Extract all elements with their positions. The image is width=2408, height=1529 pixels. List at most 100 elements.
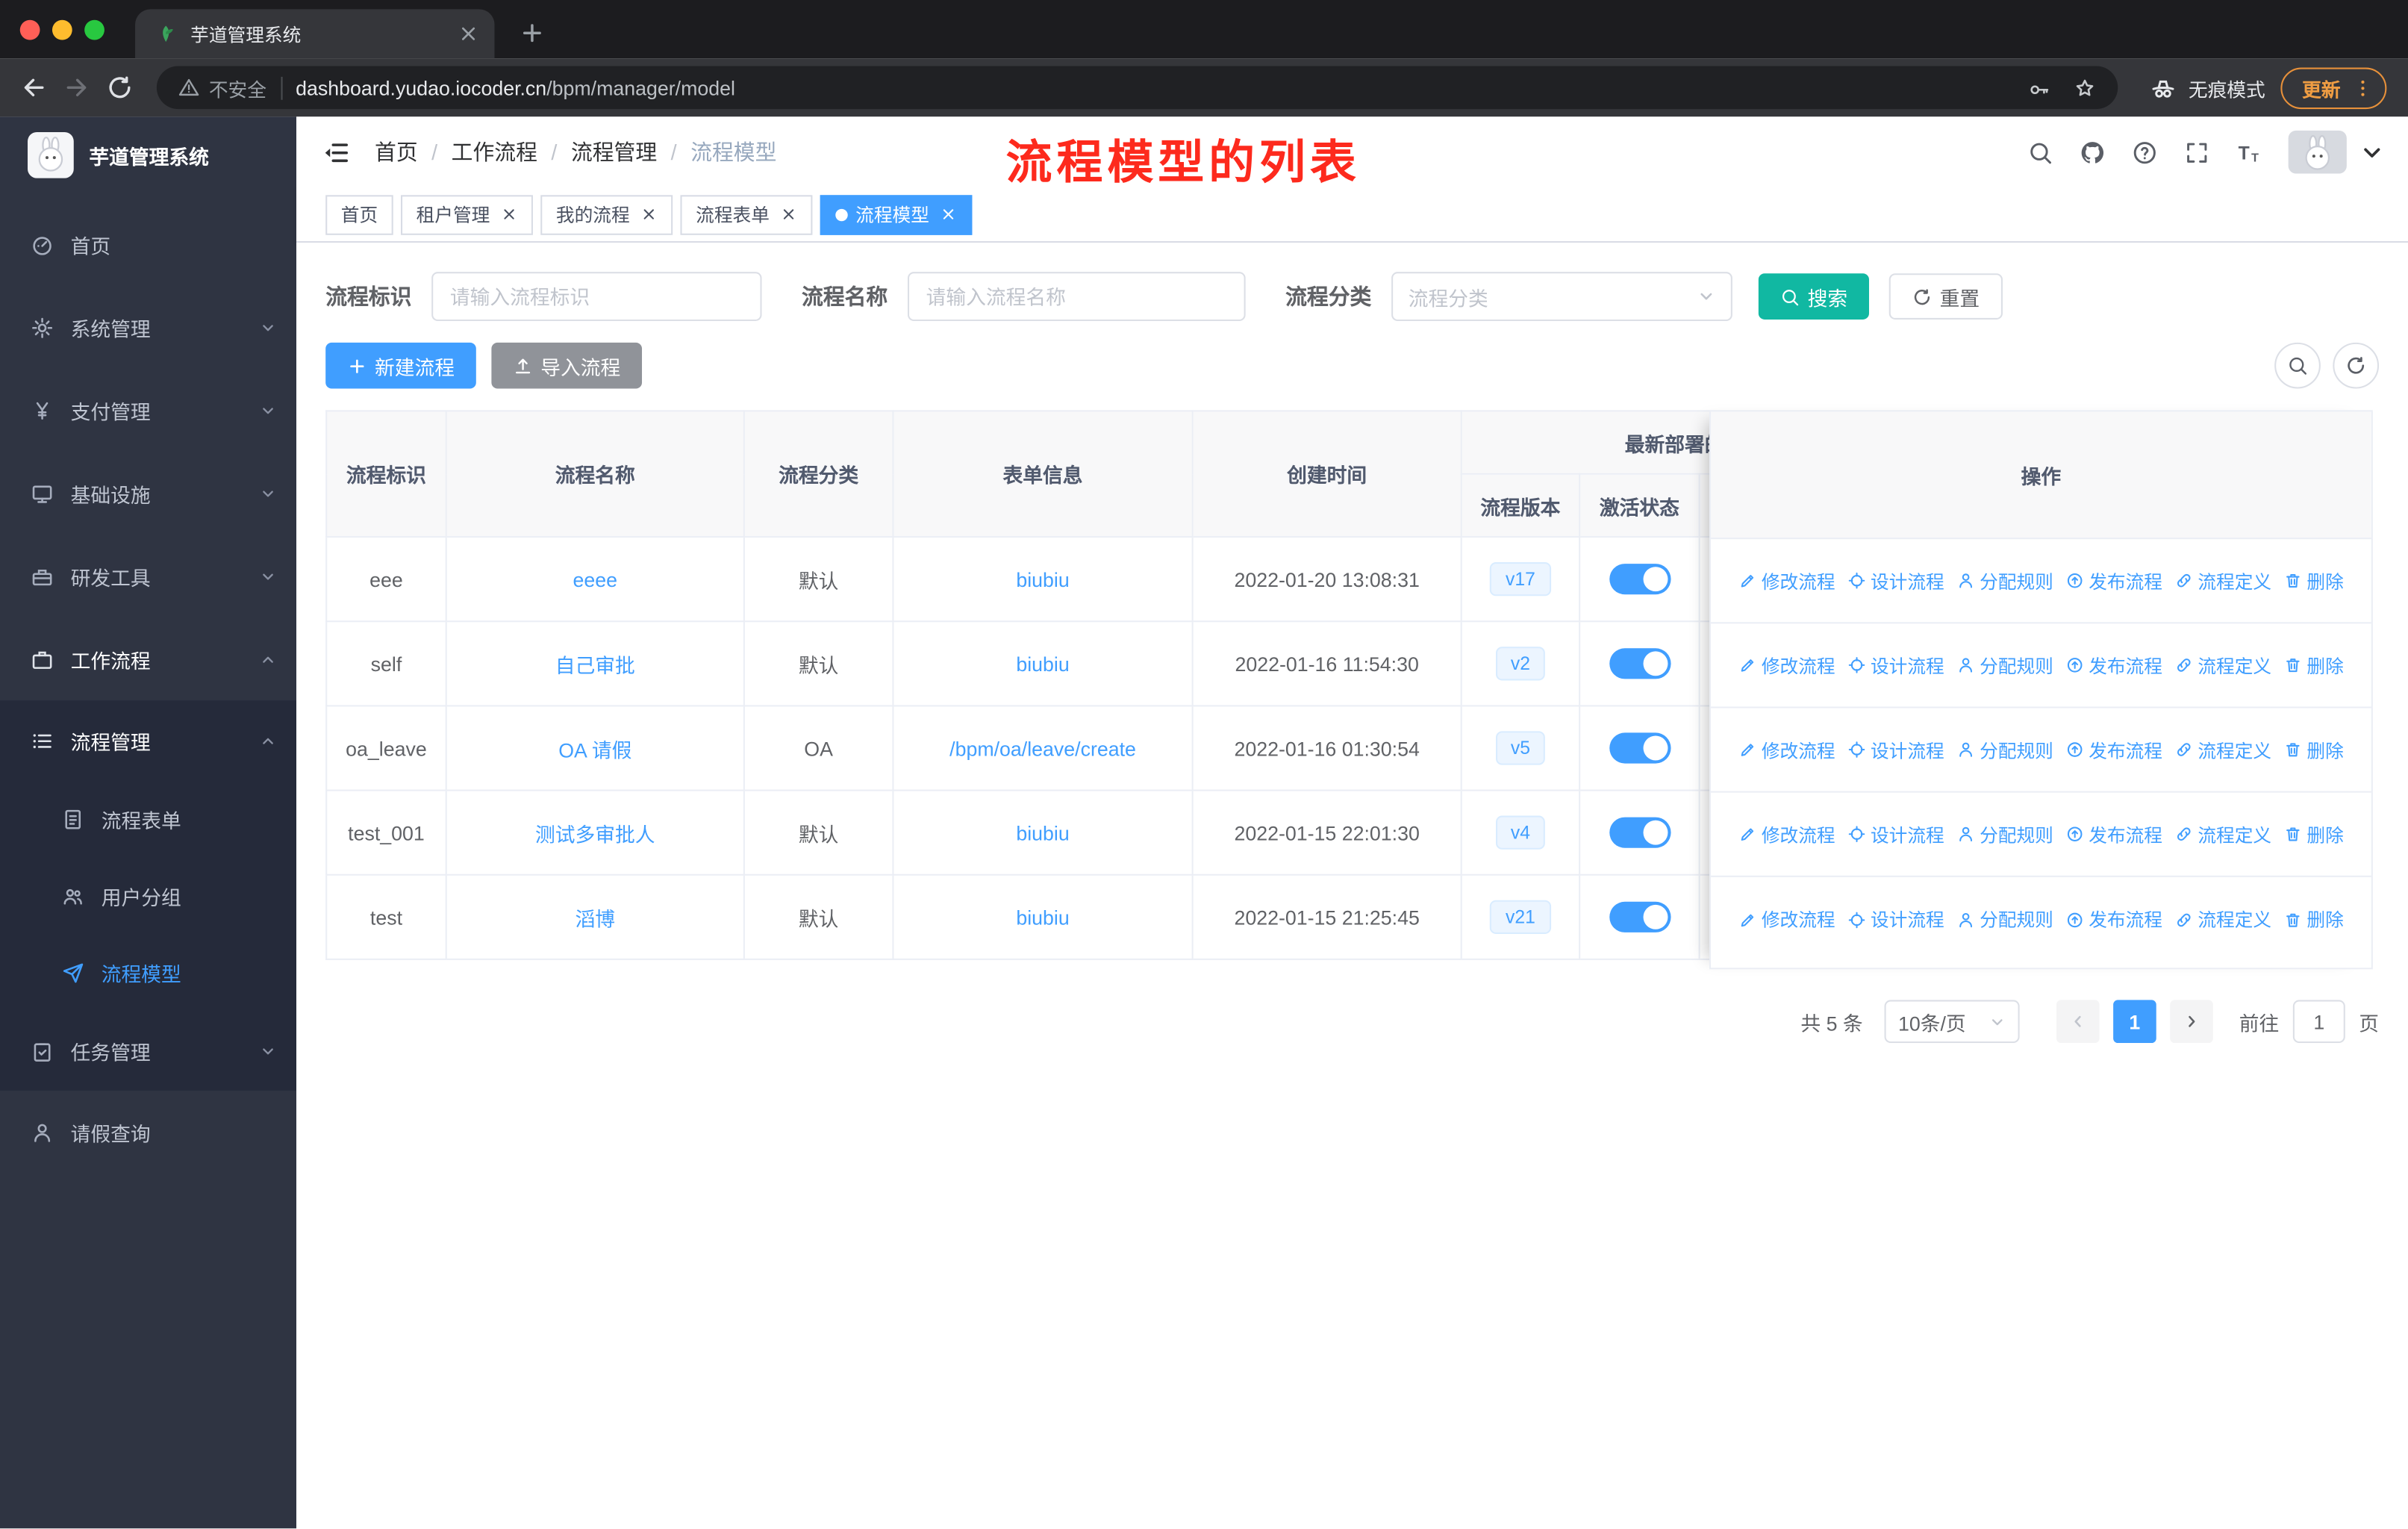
tab-close-icon[interactable] — [458, 23, 479, 45]
design-flow-link[interactable]: 设计流程 — [1847, 906, 1944, 932]
password-key-icon[interactable] — [2027, 76, 2050, 99]
flow-name-link[interactable]: eeee — [573, 567, 618, 591]
sidebar-item-process-management[interactable]: 流程管理 — [0, 700, 296, 780]
active-toggle[interactable] — [1609, 732, 1671, 764]
publish-flow-link[interactable]: 发布流程 — [2065, 821, 2162, 847]
user-avatar[interactable] — [2288, 130, 2347, 174]
form-info-link[interactable]: biubiu — [1016, 821, 1069, 844]
avatar-caret-down-icon[interactable] — [2359, 139, 2385, 165]
reset-button[interactable]: 重置 — [1888, 273, 2003, 320]
design-flow-link[interactable]: 设计流程 — [1847, 737, 1944, 763]
tag-close-icon[interactable] — [940, 206, 957, 223]
form-info-link[interactable]: biubiu — [1016, 567, 1069, 591]
goto-page-input[interactable] — [2292, 1000, 2345, 1044]
flow-definition-link[interactable]: 流程定义 — [2174, 737, 2271, 763]
reload-button[interactable] — [99, 66, 142, 109]
next-page-button[interactable] — [2170, 1000, 2213, 1044]
active-toggle[interactable] — [1609, 564, 1671, 595]
sidebar-item-payment[interactable]: 支付管理 — [0, 369, 296, 452]
app-logo[interactable]: 芋道管理系统 — [0, 116, 296, 193]
assign-rule-link[interactable]: 分配规则 — [1956, 821, 2053, 847]
active-toggle[interactable] — [1609, 817, 1671, 848]
breadcrumb-item[interactable]: 工作流程 — [452, 137, 571, 167]
form-info-link[interactable]: /bpm/oa/leave/create — [949, 737, 1136, 760]
flow-name-input[interactable] — [907, 272, 1246, 322]
browser-menu-dots-icon[interactable] — [2351, 76, 2374, 99]
toggle-search-button[interactable] — [2274, 342, 2321, 389]
refresh-table-button[interactable] — [2333, 342, 2380, 389]
back-button[interactable] — [12, 66, 55, 109]
sidebar-item-devtools[interactable]: 研发工具 — [0, 535, 296, 617]
window-close-button[interactable] — [19, 19, 40, 40]
prev-page-button[interactable] — [2056, 1000, 2100, 1044]
active-toggle[interactable] — [1609, 901, 1671, 932]
breadcrumb-item[interactable]: 首页 — [375, 137, 452, 167]
publish-flow-link[interactable]: 发布流程 — [2065, 906, 2162, 932]
flow-name-link[interactable]: 测试多审批人 — [535, 823, 655, 846]
window-zoom-button[interactable] — [84, 19, 105, 40]
browser-update-button[interactable]: 更新 — [2280, 66, 2387, 109]
edit-flow-link[interactable]: 修改流程 — [1738, 652, 1835, 678]
design-flow-link[interactable]: 设计流程 — [1847, 567, 1944, 594]
delete-flow-link[interactable]: 删除 — [2284, 737, 2344, 763]
sidebar-item-task-management[interactable]: 任务管理 — [0, 1011, 296, 1091]
create-flow-button[interactable]: 新建流程 — [325, 342, 476, 389]
search-icon[interactable] — [2027, 139, 2053, 165]
delete-flow-link[interactable]: 删除 — [2284, 652, 2344, 678]
sidebar-item-process-model[interactable]: 流程模型 — [0, 934, 296, 1011]
sidebar-item-workflow[interactable]: 工作流程 — [0, 617, 296, 700]
assign-rule-link[interactable]: 分配规则 — [1956, 906, 2053, 932]
flow-definition-link[interactable]: 流程定义 — [2174, 567, 2271, 594]
assign-rule-link[interactable]: 分配规则 — [1956, 652, 2053, 678]
form-info-link[interactable]: biubiu — [1016, 652, 1069, 675]
address-bar[interactable]: 不安全 dashboard.yudao.iocoder.cn/bpm/manag… — [156, 66, 2118, 110]
tag-my-process[interactable]: 我的流程 — [540, 194, 673, 234]
fullscreen-icon[interactable] — [2184, 139, 2210, 165]
sidebar-item-home[interactable]: 首页 — [0, 203, 296, 286]
flow-name-link[interactable]: 自己审批 — [555, 653, 635, 676]
search-button[interactable]: 搜索 — [1758, 273, 1870, 320]
design-flow-link[interactable]: 设计流程 — [1847, 821, 1944, 847]
tag-process-model[interactable]: 流程模型 — [820, 194, 973, 234]
window-minimize-button[interactable] — [52, 19, 72, 40]
forward-button[interactable] — [55, 66, 99, 109]
browser-tab[interactable]: 芋道管理系统 — [135, 9, 495, 59]
delete-flow-link[interactable]: 删除 — [2284, 906, 2344, 932]
edit-flow-link[interactable]: 修改流程 — [1738, 567, 1835, 594]
publish-flow-link[interactable]: 发布流程 — [2065, 567, 2162, 594]
flow-definition-link[interactable]: 流程定义 — [2174, 906, 2271, 932]
sidebar-item-process-form[interactable]: 流程表单 — [0, 780, 296, 857]
flow-name-link[interactable]: OA 请假 — [558, 738, 631, 762]
flow-name-link[interactable]: 滔博 — [576, 907, 616, 930]
tag-home[interactable]: 首页 — [325, 194, 393, 234]
security-indicator[interactable]: 不安全 — [178, 73, 266, 102]
form-info-link[interactable]: biubiu — [1016, 906, 1069, 929]
flow-definition-link[interactable]: 流程定义 — [2174, 652, 2271, 678]
publish-flow-link[interactable]: 发布流程 — [2065, 737, 2162, 763]
design-flow-link[interactable]: 设计流程 — [1847, 652, 1944, 678]
sidebar-item-infrastructure[interactable]: 基础设施 — [0, 452, 296, 535]
new-tab-button[interactable] — [519, 20, 545, 46]
tag-close-icon[interactable] — [640, 206, 658, 223]
edit-flow-link[interactable]: 修改流程 — [1738, 737, 1835, 763]
help-question-icon[interactable] — [2132, 139, 2158, 165]
breadcrumb-item[interactable]: 流程管理 — [571, 137, 690, 167]
assign-rule-link[interactable]: 分配规则 — [1956, 567, 2053, 594]
flow-definition-link[interactable]: 流程定义 — [2174, 821, 2271, 847]
page-size-select[interactable]: 10条/页 — [1884, 1000, 2020, 1044]
font-size-icon[interactable] — [2236, 139, 2262, 165]
active-toggle[interactable] — [1609, 648, 1671, 679]
sidebar-item-leave-query[interactable]: 请假查询 — [0, 1091, 296, 1174]
import-flow-button[interactable]: 导入流程 — [491, 342, 643, 389]
edit-flow-link[interactable]: 修改流程 — [1738, 906, 1835, 932]
tag-close-icon[interactable] — [501, 206, 518, 223]
delete-flow-link[interactable]: 删除 — [2284, 821, 2344, 847]
sidebar-item-system[interactable]: 系统管理 — [0, 286, 296, 369]
tag-close-icon[interactable] — [780, 206, 797, 223]
flow-id-input[interactable] — [431, 272, 762, 322]
assign-rule-link[interactable]: 分配规则 — [1956, 737, 2053, 763]
page-number-button[interactable]: 1 — [2113, 1000, 2156, 1044]
category-select[interactable]: 流程分类 — [1391, 272, 1732, 322]
tag-process-form[interactable]: 流程表单 — [680, 194, 813, 234]
bookmark-star-icon[interactable] — [2074, 76, 2097, 99]
